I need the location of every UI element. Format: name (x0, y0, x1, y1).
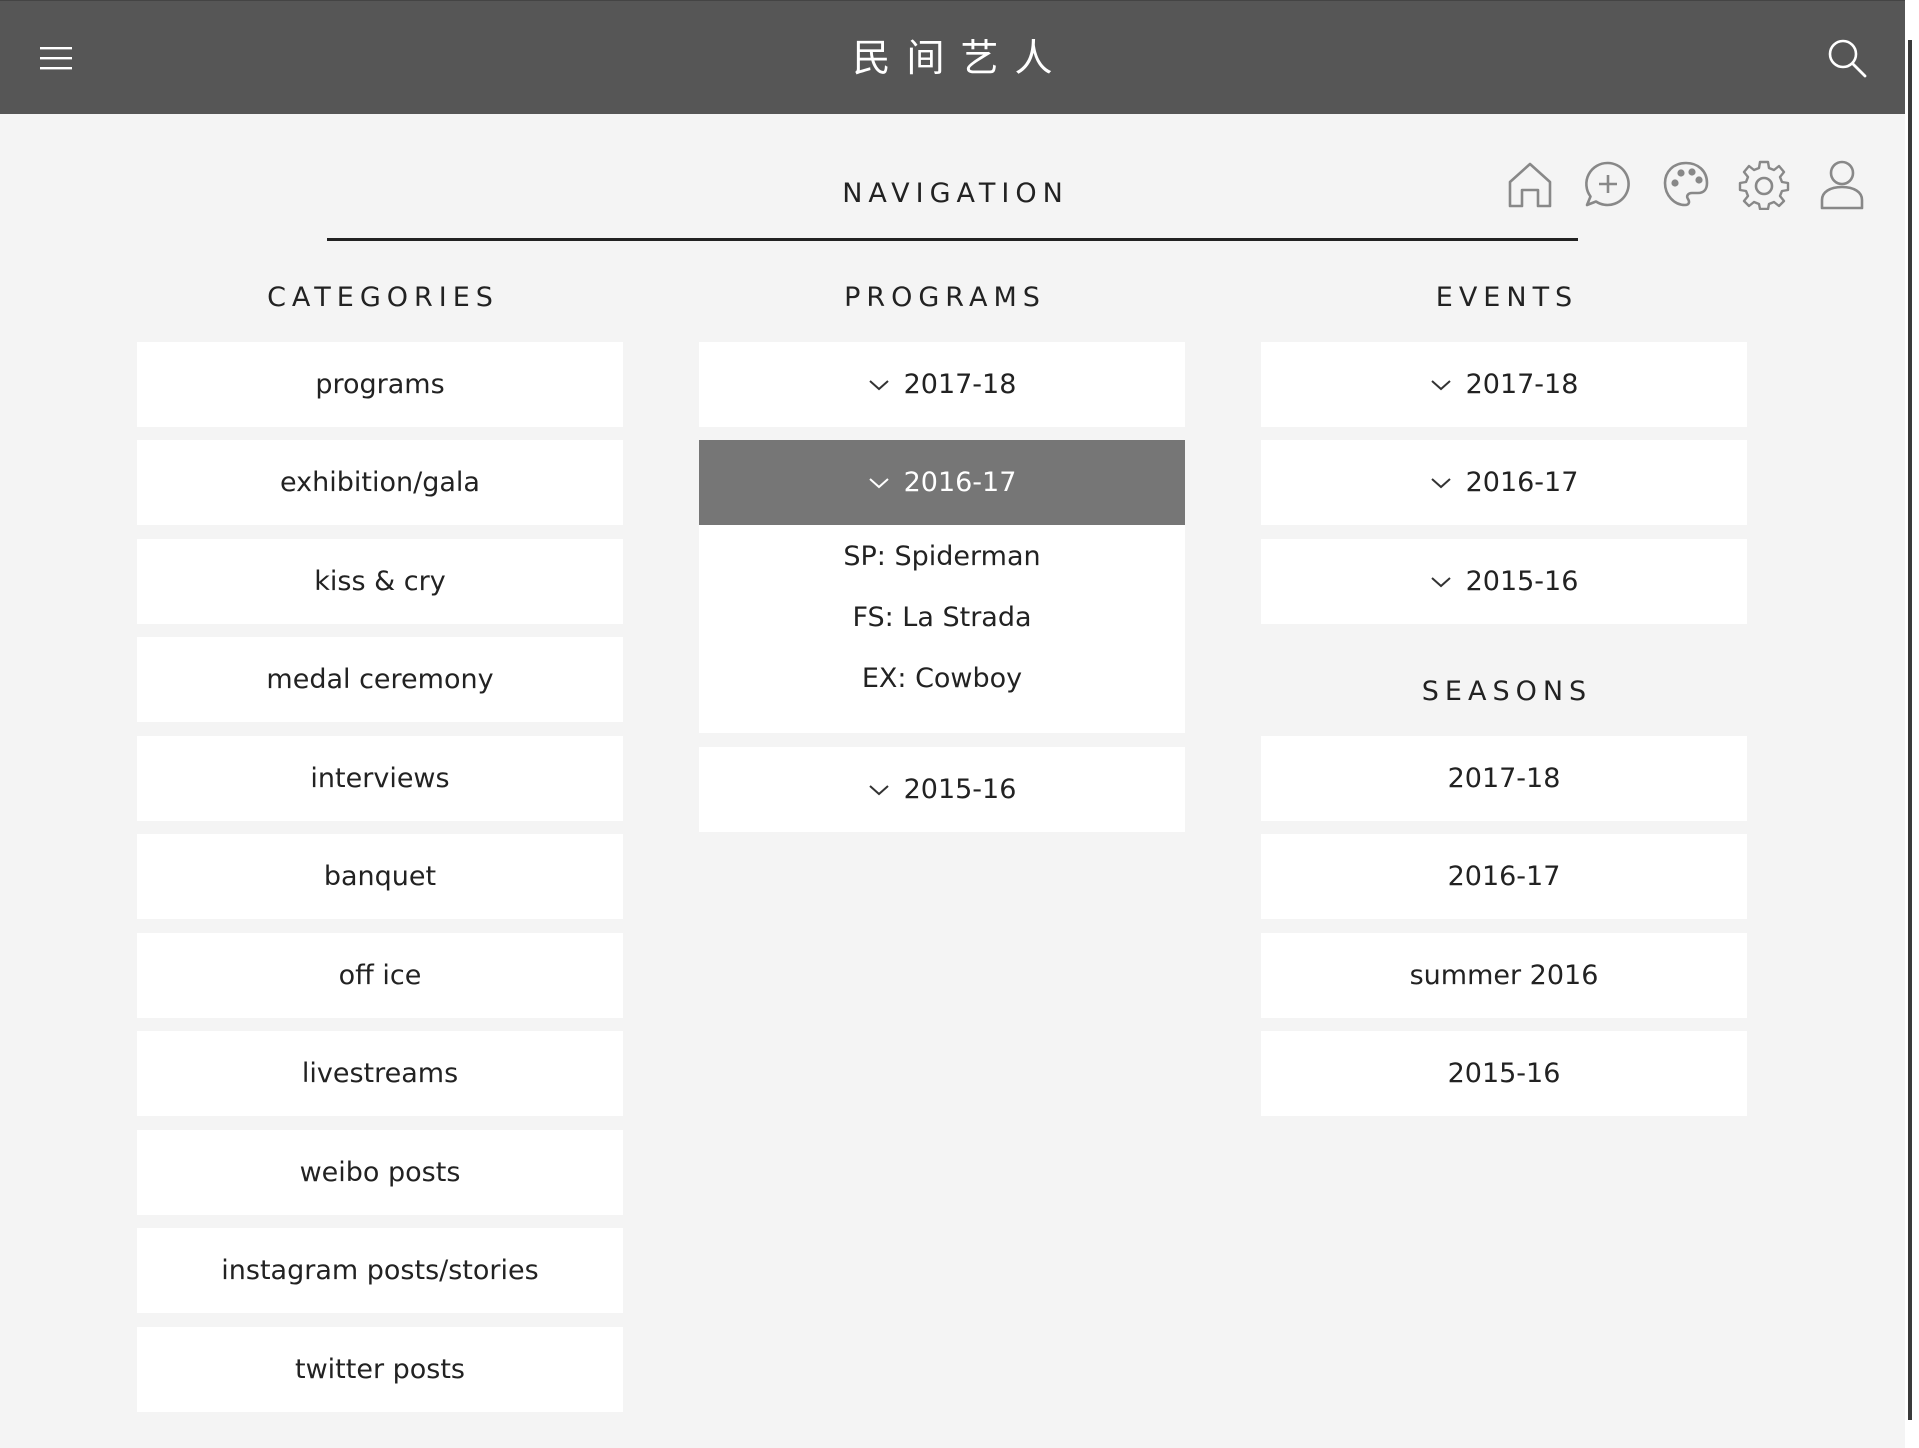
search-icon[interactable] (1826, 37, 1868, 79)
category-item-banquet[interactable]: banquet (137, 834, 623, 919)
category-item-off-ice[interactable]: off ice (137, 933, 623, 1018)
user-icon[interactable] (1816, 158, 1868, 210)
navigation-divider (327, 238, 1578, 241)
season-item-2017-18[interactable]: 2017-18 (1261, 736, 1747, 821)
category-item-interviews[interactable]: interviews (137, 736, 623, 821)
program-season-2015-16[interactable]: 2015-16 (699, 747, 1185, 832)
programs-heading: PROGRAMS (844, 282, 1046, 313)
program-link-spiderman[interactable]: SP: Spiderman (699, 535, 1185, 579)
category-item-instagram-posts[interactable]: instagram posts/stories (137, 1228, 623, 1313)
navigation-heading: NAVIGATION (842, 178, 1069, 209)
chevron-down-icon (868, 783, 890, 797)
chevron-down-icon (868, 378, 890, 392)
top-bar: 民间艺人 (0, 0, 1905, 114)
event-season-2016-17[interactable]: 2016-17 (1261, 440, 1747, 525)
events-heading: EVENTS (1435, 282, 1579, 313)
chevron-down-icon (1430, 575, 1452, 589)
chevron-down-icon (1430, 476, 1452, 490)
palette-icon[interactable] (1660, 158, 1712, 210)
category-item-programs[interactable]: programs (137, 342, 623, 427)
season-item-2015-16[interactable]: 2015-16 (1261, 1031, 1747, 1116)
category-item-twitter-posts[interactable]: twitter posts (137, 1327, 623, 1412)
season-item-summer-2016[interactable]: summer 2016 (1261, 933, 1747, 1018)
seasons-heading: SEASONS (1421, 676, 1593, 707)
gear-icon[interactable] (1738, 158, 1790, 211)
program-season-2017-18[interactable]: 2017-18 (699, 342, 1185, 427)
category-item-exhibition-gala[interactable]: exhibition/gala (137, 440, 623, 525)
program-sublist-2016-17: SP: Spiderman FS: La Strada EX: Cowboy (699, 525, 1185, 733)
categories-heading: CATEGORIES (267, 282, 499, 313)
event-season-2015-16[interactable]: 2015-16 (1261, 539, 1747, 624)
add-comment-icon[interactable] (1582, 158, 1634, 210)
program-link-cowboy[interactable]: EX: Cowboy (699, 657, 1185, 701)
hamburger-menu-icon[interactable] (38, 44, 76, 72)
category-item-weibo-posts[interactable]: weibo posts (137, 1130, 623, 1215)
chevron-down-icon (1430, 378, 1452, 392)
season-item-2016-17[interactable]: 2016-17 (1261, 834, 1747, 919)
event-season-2017-18[interactable]: 2017-18 (1261, 342, 1747, 427)
site-title[interactable]: 民间艺人 (0, 1, 1905, 115)
category-item-livestreams[interactable]: livestreams (137, 1031, 623, 1116)
category-item-kiss-and-cry[interactable]: kiss & cry (137, 539, 623, 624)
chevron-down-icon (868, 476, 890, 490)
scrollbar-thumb[interactable] (1908, 40, 1912, 1420)
category-item-medal-ceremony[interactable]: medal ceremony (137, 637, 623, 722)
program-link-la-strada[interactable]: FS: La Strada (699, 596, 1185, 640)
program-season-2016-17[interactable]: 2016-17 (699, 440, 1185, 525)
